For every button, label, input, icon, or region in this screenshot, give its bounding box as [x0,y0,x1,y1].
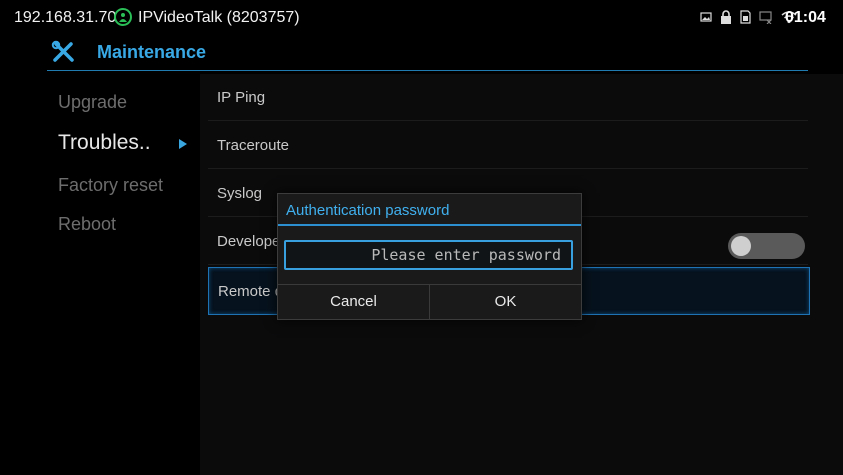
lock-icon [720,9,732,29]
page-title: Maintenance [97,42,207,62]
sim-icon [740,9,751,29]
row-traceroute[interactable]: Traceroute [208,122,808,169]
ok-button[interactable]: OK [430,285,581,320]
toggle-knob [731,236,751,256]
status-bar: 192.168.31.70 IPVideoTalk (8203757) 01:0… [0,0,843,36]
row-label: Traceroute [217,137,289,154]
clock: 01:04 [785,9,826,26]
dialog-title: Authentication password [286,202,450,219]
row-label: IP Ping [217,89,266,106]
ethernet-off-icon [759,10,773,29]
tools-icon [51,40,77,69]
sidebar-item-upgrade[interactable]: Upgrade [58,92,127,113]
contact-icon [114,8,132,26]
title-bar: Maintenance [47,36,808,71]
account-name: IPVideoTalk (8203757) [138,9,300,26]
authentication-dialog: Authentication password Cancel OK [277,193,582,320]
password-field-frame [284,240,573,270]
developer-mode-toggle[interactable] [728,233,805,259]
sidebar-nav: Upgrade Troubles.. Factory reset Reboot [0,72,200,475]
sidebar-item-troubleshooting[interactable]: Troubles.. [58,131,151,155]
row-label: Syslog [217,185,263,202]
system-icons [700,9,797,29]
row-ip-ping[interactable]: IP Ping [208,74,808,121]
dialog-buttons: Cancel OK [278,284,581,320]
sidebar-item-factory-reset[interactable]: Factory reset [58,175,163,196]
ip-address: 192.168.31.70 [14,9,117,26]
dialog-divider [278,224,581,226]
cancel-button[interactable]: Cancel [278,285,430,320]
sidebar-item-reboot[interactable]: Reboot [58,214,116,235]
screenshot-icon [700,10,712,28]
selected-arrow-icon [179,139,187,149]
password-input[interactable] [286,242,571,268]
